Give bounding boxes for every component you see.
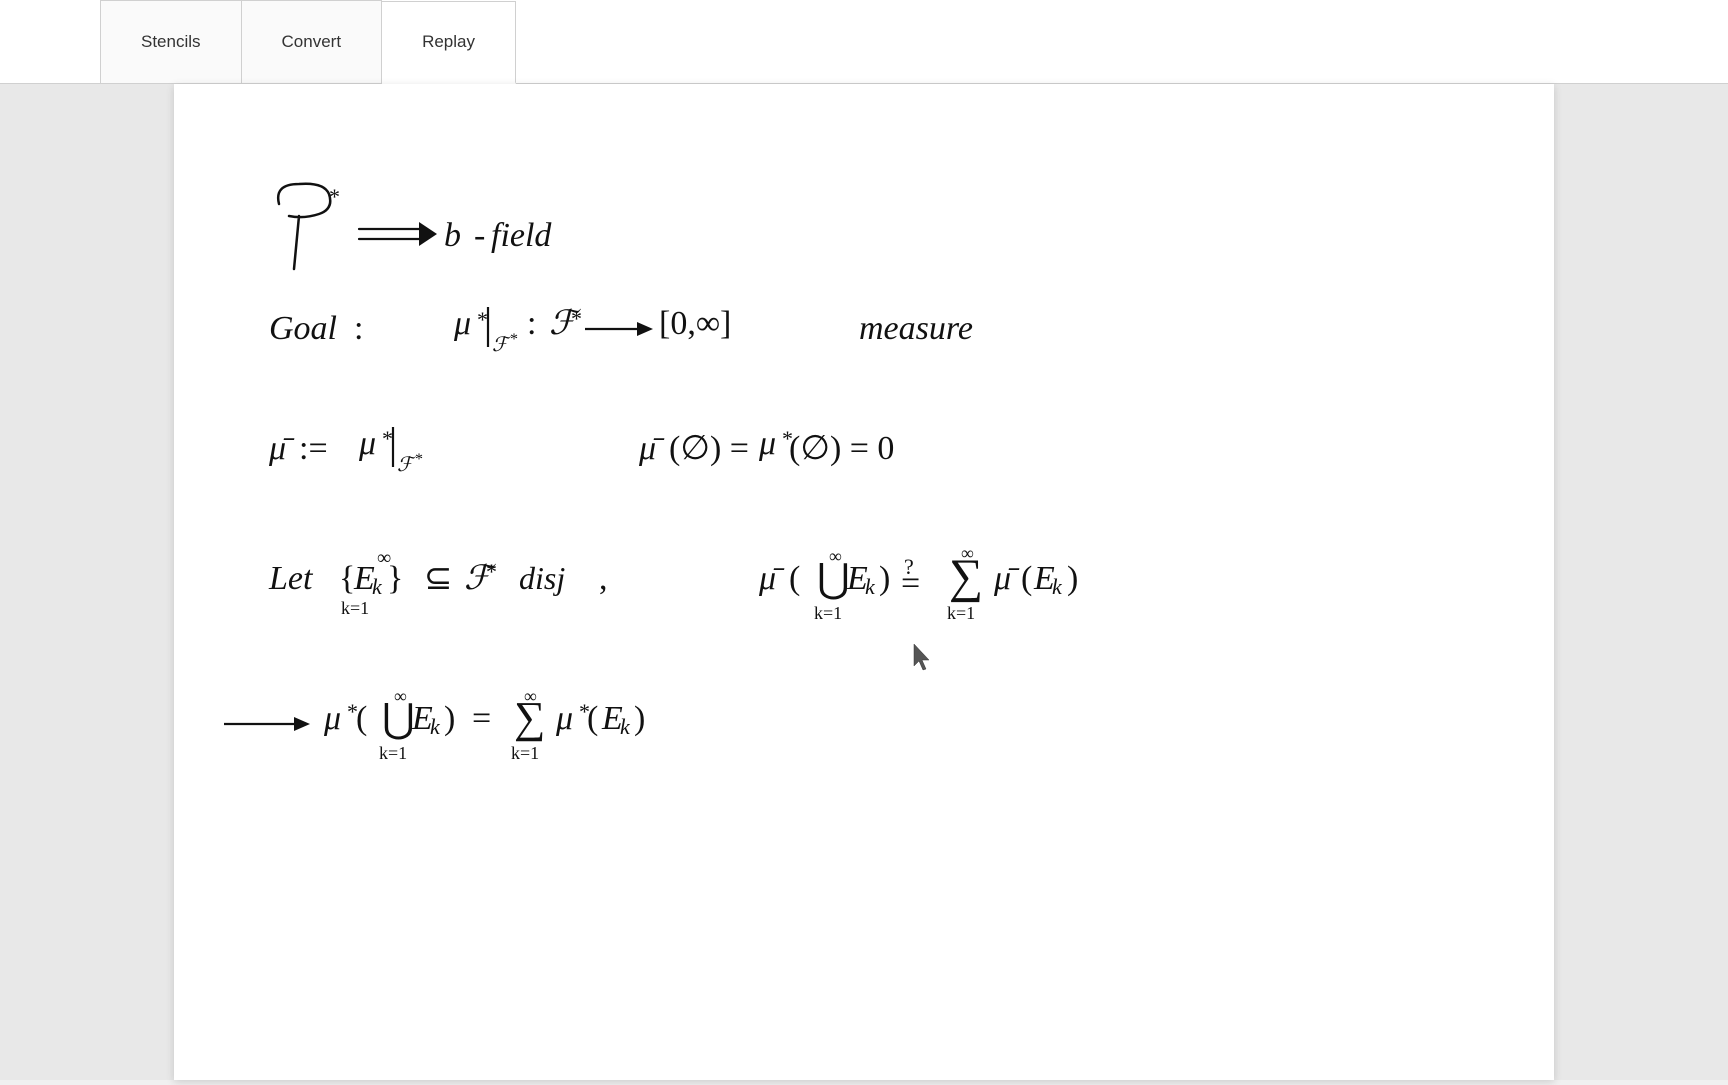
svg-text:*: * (486, 559, 497, 584)
svg-text:disj: disj (519, 560, 565, 596)
svg-text:*: * (571, 306, 582, 331)
svg-text:μ: μ (453, 305, 471, 342)
whiteboard[interactable]: * b - field Goal : μ * (174, 84, 1554, 1080)
svg-text:*: * (510, 331, 518, 348)
svg-text:Let: Let (268, 560, 314, 597)
svg-text:(: ( (789, 560, 800, 597)
svg-text::=: := (299, 430, 328, 467)
svg-text:μ: μ (555, 700, 573, 737)
svg-text:ℱ: ℱ (397, 454, 416, 476)
svg-text:μ: μ (358, 425, 376, 462)
svg-text:*: * (329, 184, 340, 209)
tab-replay[interactable]: Replay (382, 1, 516, 84)
svg-text:ℱ: ℱ (492, 334, 511, 356)
svg-text:Goal: Goal (269, 310, 337, 347)
svg-text:k=1: k=1 (814, 603, 842, 623)
svg-text:⊆: ⊆ (424, 560, 453, 597)
svg-text:k=1: k=1 (511, 743, 539, 763)
svg-text:∞: ∞ (377, 547, 391, 569)
svg-text:μ̄: μ̄ (268, 430, 295, 467)
svg-text:*: * (477, 307, 488, 332)
svg-text:μ: μ (758, 425, 776, 462)
svg-text:μ: μ (323, 700, 341, 737)
svg-text:b: b (444, 217, 461, 254)
svg-text:∞: ∞ (829, 546, 842, 566)
svg-text:): ) (444, 700, 455, 737)
svg-text:(: ( (587, 700, 598, 737)
svg-text:): ) (879, 560, 890, 597)
svg-text:*: * (415, 451, 423, 468)
svg-text:k=1: k=1 (341, 598, 369, 618)
svg-text:∞: ∞ (524, 686, 537, 706)
svg-text:-: - (474, 217, 485, 254)
svg-text:∞: ∞ (961, 543, 974, 563)
svg-text::: : (354, 310, 363, 347)
svg-text:=: = (472, 700, 491, 737)
svg-text:k: k (430, 714, 441, 739)
svg-text:): ) (1067, 560, 1078, 597)
svg-text:μ̄: μ̄ (638, 430, 665, 467)
svg-text:μ̄: μ̄ (993, 560, 1020, 597)
toolbar: Stencils Convert Replay (0, 0, 1728, 84)
canvas-area: * b - field Goal : μ * (0, 84, 1728, 1080)
tab-stencils[interactable]: Stencils (100, 0, 242, 83)
svg-text:k=1: k=1 (379, 743, 407, 763)
svg-text:,: , (599, 560, 608, 597)
svg-text:k=1: k=1 (947, 603, 975, 623)
svg-text:(∅) =: (∅) = (669, 430, 749, 467)
tab-convert[interactable]: Convert (242, 0, 383, 83)
svg-text:μ̄: μ̄ (758, 560, 785, 597)
svg-text:∞: ∞ (394, 686, 407, 706)
svg-text:measure: measure (859, 310, 973, 347)
svg-text:): ) (634, 700, 645, 737)
svg-text:*: * (382, 426, 393, 451)
svg-text:(: ( (356, 700, 367, 737)
svg-text::: : (527, 305, 536, 342)
svg-text:k: k (372, 574, 383, 599)
svg-text:k: k (865, 574, 876, 599)
svg-text:[0,∞]: [0,∞] (659, 305, 731, 342)
svg-text:=: = (901, 565, 920, 602)
svg-text:k: k (620, 714, 631, 739)
svg-text:(∅) = 0: (∅) = 0 (789, 430, 894, 467)
svg-text:field: field (491, 217, 552, 254)
math-content: * b - field Goal : μ * (174, 84, 1554, 1080)
svg-text:k: k (1052, 574, 1063, 599)
svg-text:(: ( (1021, 560, 1032, 597)
svg-text:{: { (339, 560, 355, 597)
